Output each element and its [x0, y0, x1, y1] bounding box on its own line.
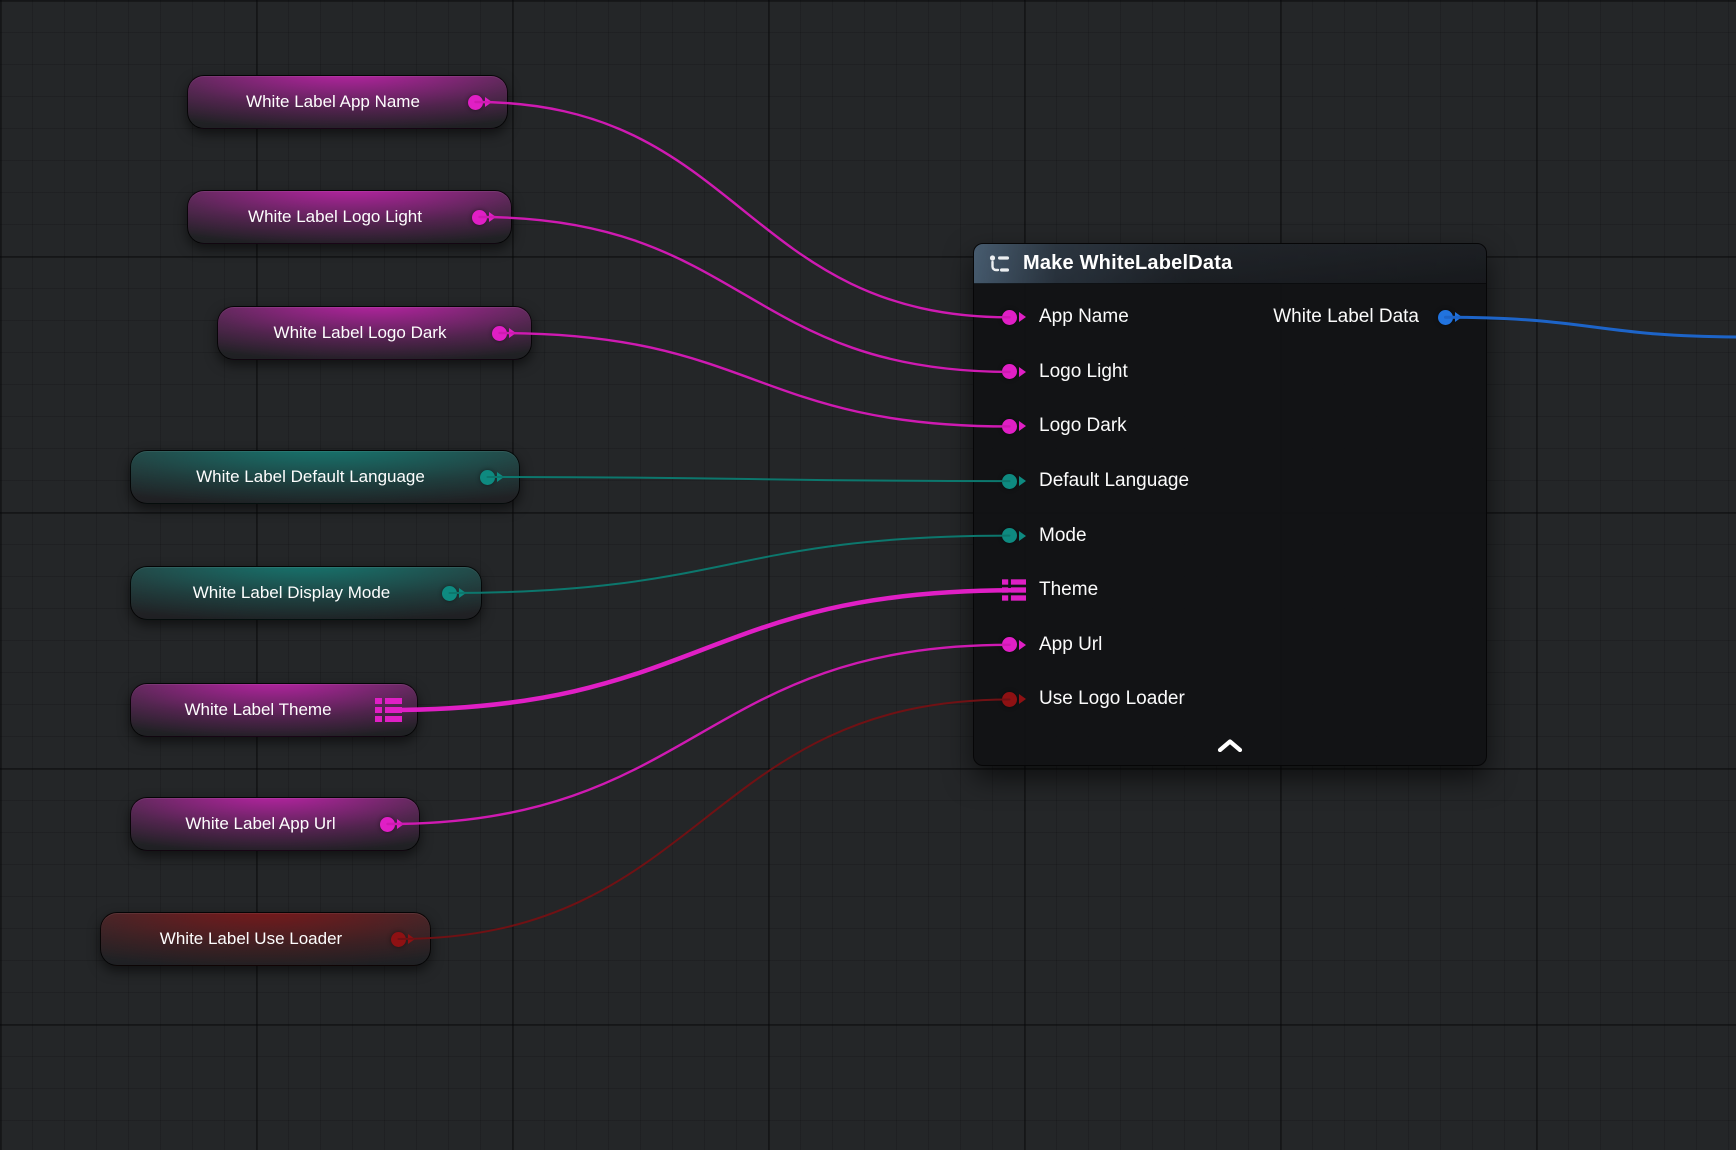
input-pin-row: Logo Dark	[974, 399, 1486, 454]
getter-node-logo-dark[interactable]: White Label Logo Dark	[217, 306, 532, 360]
node-header[interactable]: Make WhiteLabelData	[974, 244, 1486, 284]
input-pin-row: Logo Light	[974, 345, 1486, 400]
getter-node-logo-light[interactable]: White Label Logo Light	[187, 190, 512, 244]
blueprint-canvas[interactable]: Make WhiteLabelData White Label Data App…	[0, 0, 1736, 1150]
pin-wedge-icon	[1019, 421, 1026, 431]
pin-wedge-icon	[1019, 476, 1026, 486]
pin-wedge-icon	[1019, 531, 1026, 541]
getter-node-theme[interactable]: White Label Theme	[130, 683, 418, 737]
make-whitelabeldata-node[interactable]: Make WhiteLabelData White Label Data App…	[973, 243, 1487, 766]
pin-wedge-icon	[1019, 640, 1026, 650]
pin-wedge-icon	[1019, 312, 1026, 322]
pin-wedge-icon	[1019, 367, 1026, 377]
input-pin-row: Mode	[974, 508, 1486, 563]
collapse-pins-button[interactable]	[974, 727, 1486, 765]
wire-default-language-to-default-language[interactable]	[488, 477, 1010, 481]
input-pin-label: Default Language	[1039, 470, 1189, 492]
output-row: White Label Data	[1273, 290, 1462, 345]
wire-use-loader-to-use-logo-loader[interactable]	[399, 699, 1010, 939]
variable-label: White Label App Url	[141, 814, 372, 834]
variable-label: White Label Logo Light	[198, 207, 464, 227]
pin-wedge-icon	[1019, 694, 1026, 704]
input-pin-list: App Name Logo Light	[974, 284, 1486, 727]
input-pin-row: Theme	[974, 563, 1486, 618]
input-pin-row: App Url	[974, 618, 1486, 673]
wire-app-name-to-app-name[interactable]	[476, 102, 1010, 317]
input-pin-label: Theme	[1039, 579, 1098, 601]
input-pin-row: Use Logo Loader	[974, 672, 1486, 727]
variable-label: White Label Logo Dark	[228, 323, 484, 343]
getter-node-app-url[interactable]: White Label App Url	[130, 797, 420, 851]
getter-node-default-language[interactable]: White Label Default Language	[130, 450, 520, 504]
input-pin-label: Use Logo Loader	[1039, 688, 1185, 710]
output-pin-label: White Label Data	[1273, 306, 1419, 328]
input-pin-label: App Name	[1039, 306, 1129, 328]
input-pin-label: Logo Light	[1039, 361, 1128, 383]
wire-white-label-data-out[interactable]	[1446, 317, 1736, 337]
getter-node-use-loader[interactable]: White Label Use Loader	[100, 912, 431, 966]
wire-logo-dark-to-logo-dark[interactable]	[500, 333, 1010, 426]
make-struct-icon	[988, 253, 1012, 275]
wire-logo-light-to-logo-light[interactable]	[480, 217, 1010, 372]
input-pin-label: App Url	[1039, 634, 1102, 656]
getter-node-display-mode[interactable]: White Label Display Mode	[130, 566, 482, 620]
input-pin-label: Mode	[1039, 525, 1087, 547]
input-pin-row: Default Language	[974, 454, 1486, 509]
wire-app-url-to-app-url[interactable]	[388, 645, 1010, 824]
variable-label: White Label Default Language	[141, 467, 472, 487]
variable-label: White Label Use Loader	[111, 929, 383, 949]
variable-label: White Label Display Mode	[141, 583, 434, 603]
node-title: Make WhiteLabelData	[1023, 252, 1232, 275]
variable-label: White Label Theme	[141, 700, 367, 720]
input-pin-label: Logo Dark	[1039, 415, 1127, 437]
variable-label: White Label App Name	[198, 92, 460, 112]
wire-display-mode-to-mode[interactable]	[450, 536, 1010, 593]
getter-node-app-name[interactable]: White Label App Name	[187, 75, 508, 129]
chevron-up-icon	[1217, 739, 1243, 752]
